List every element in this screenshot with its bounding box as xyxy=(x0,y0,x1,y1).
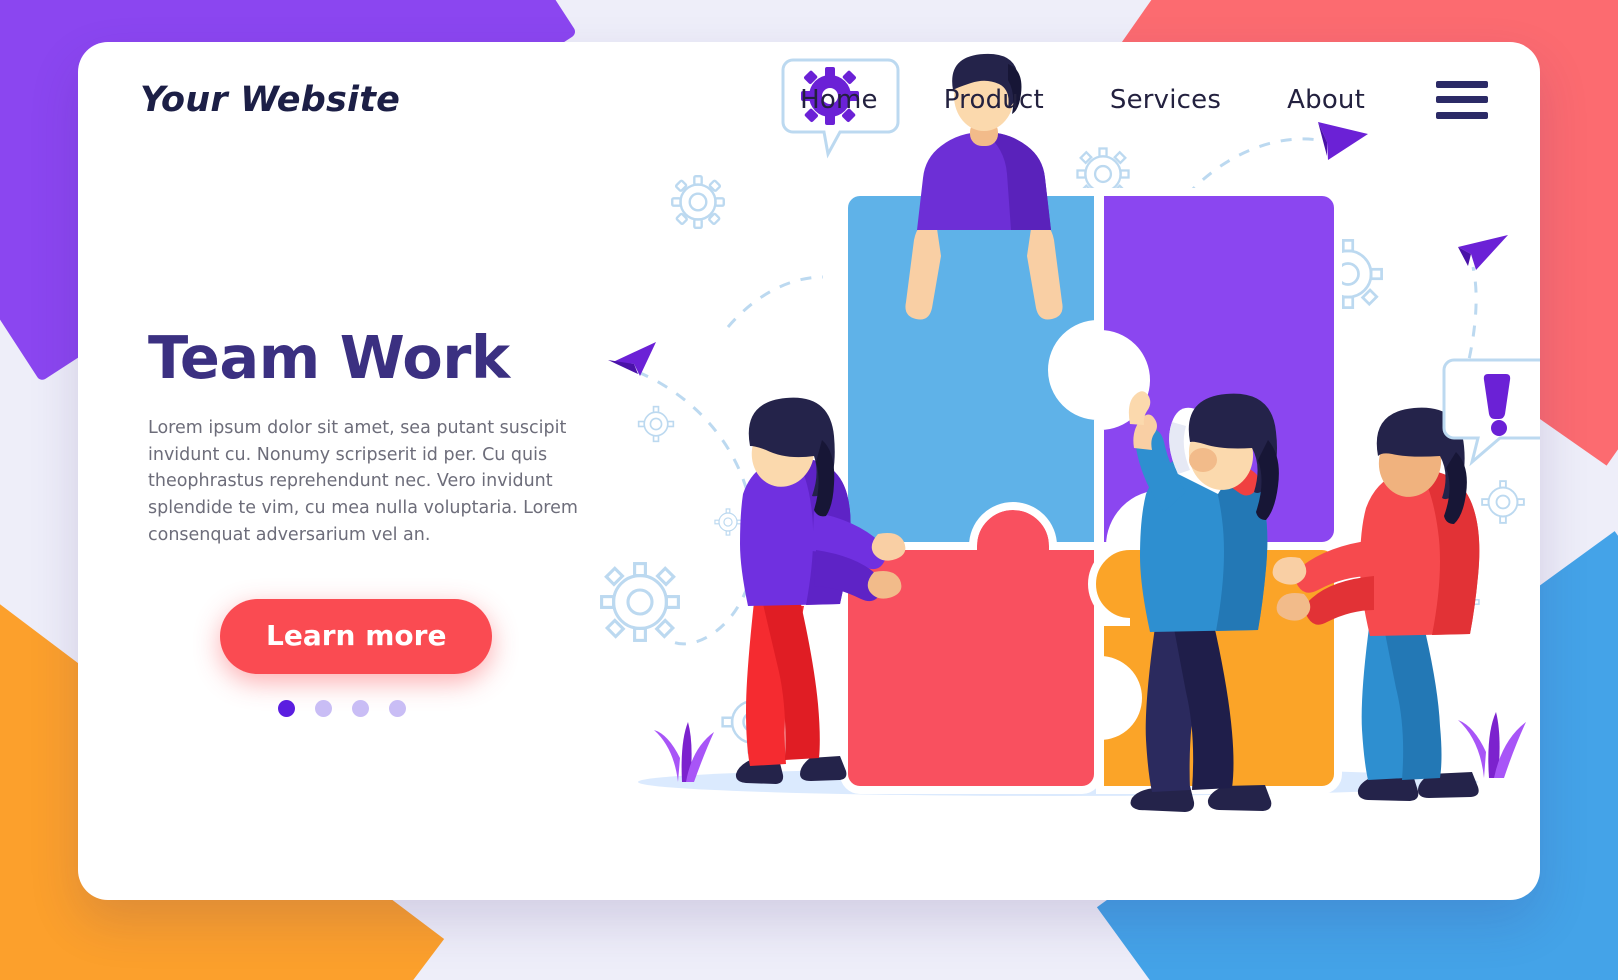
nav-item-product[interactable]: Product xyxy=(911,85,1077,115)
hamburger-bar-3 xyxy=(1436,111,1488,119)
landing-page-card: Your Website Home Product Services About… xyxy=(78,42,1540,900)
hero-paragraph: Lorem ipsum dolor sit amet, sea putant s… xyxy=(148,417,578,545)
carousel-dots xyxy=(278,699,668,717)
carousel-dot-1[interactable] xyxy=(278,699,295,717)
carousel-dot-4[interactable] xyxy=(389,699,406,717)
carousel-dot-3[interactable] xyxy=(352,699,369,717)
nav-item-about[interactable]: About xyxy=(1254,85,1398,115)
hero-copy: Team Work Lorem ipsum dolor sit amet, se… xyxy=(148,327,668,717)
hamburger-icon[interactable] xyxy=(1436,80,1488,119)
hamburger-bar-2 xyxy=(1436,96,1488,103)
site-logo[interactable]: Your Website xyxy=(140,80,400,120)
teamwork-illustration xyxy=(578,42,1540,900)
site-header: Your Website Home Product Services About xyxy=(78,42,1540,157)
page-root: Your Website Home Product Services About… xyxy=(0,0,1618,980)
nav-item-services[interactable]: Services xyxy=(1077,85,1254,115)
learn-more-button[interactable]: Learn more xyxy=(220,598,493,674)
carousel-dot-2[interactable] xyxy=(315,699,332,717)
main-navigation: Home Product Services About xyxy=(767,80,1540,119)
nav-item-home[interactable]: Home xyxy=(767,85,911,115)
hamburger-bar-1 xyxy=(1436,80,1488,88)
page-title: Team Work xyxy=(148,323,510,392)
puzzle-piece-top-left xyxy=(840,188,1102,550)
